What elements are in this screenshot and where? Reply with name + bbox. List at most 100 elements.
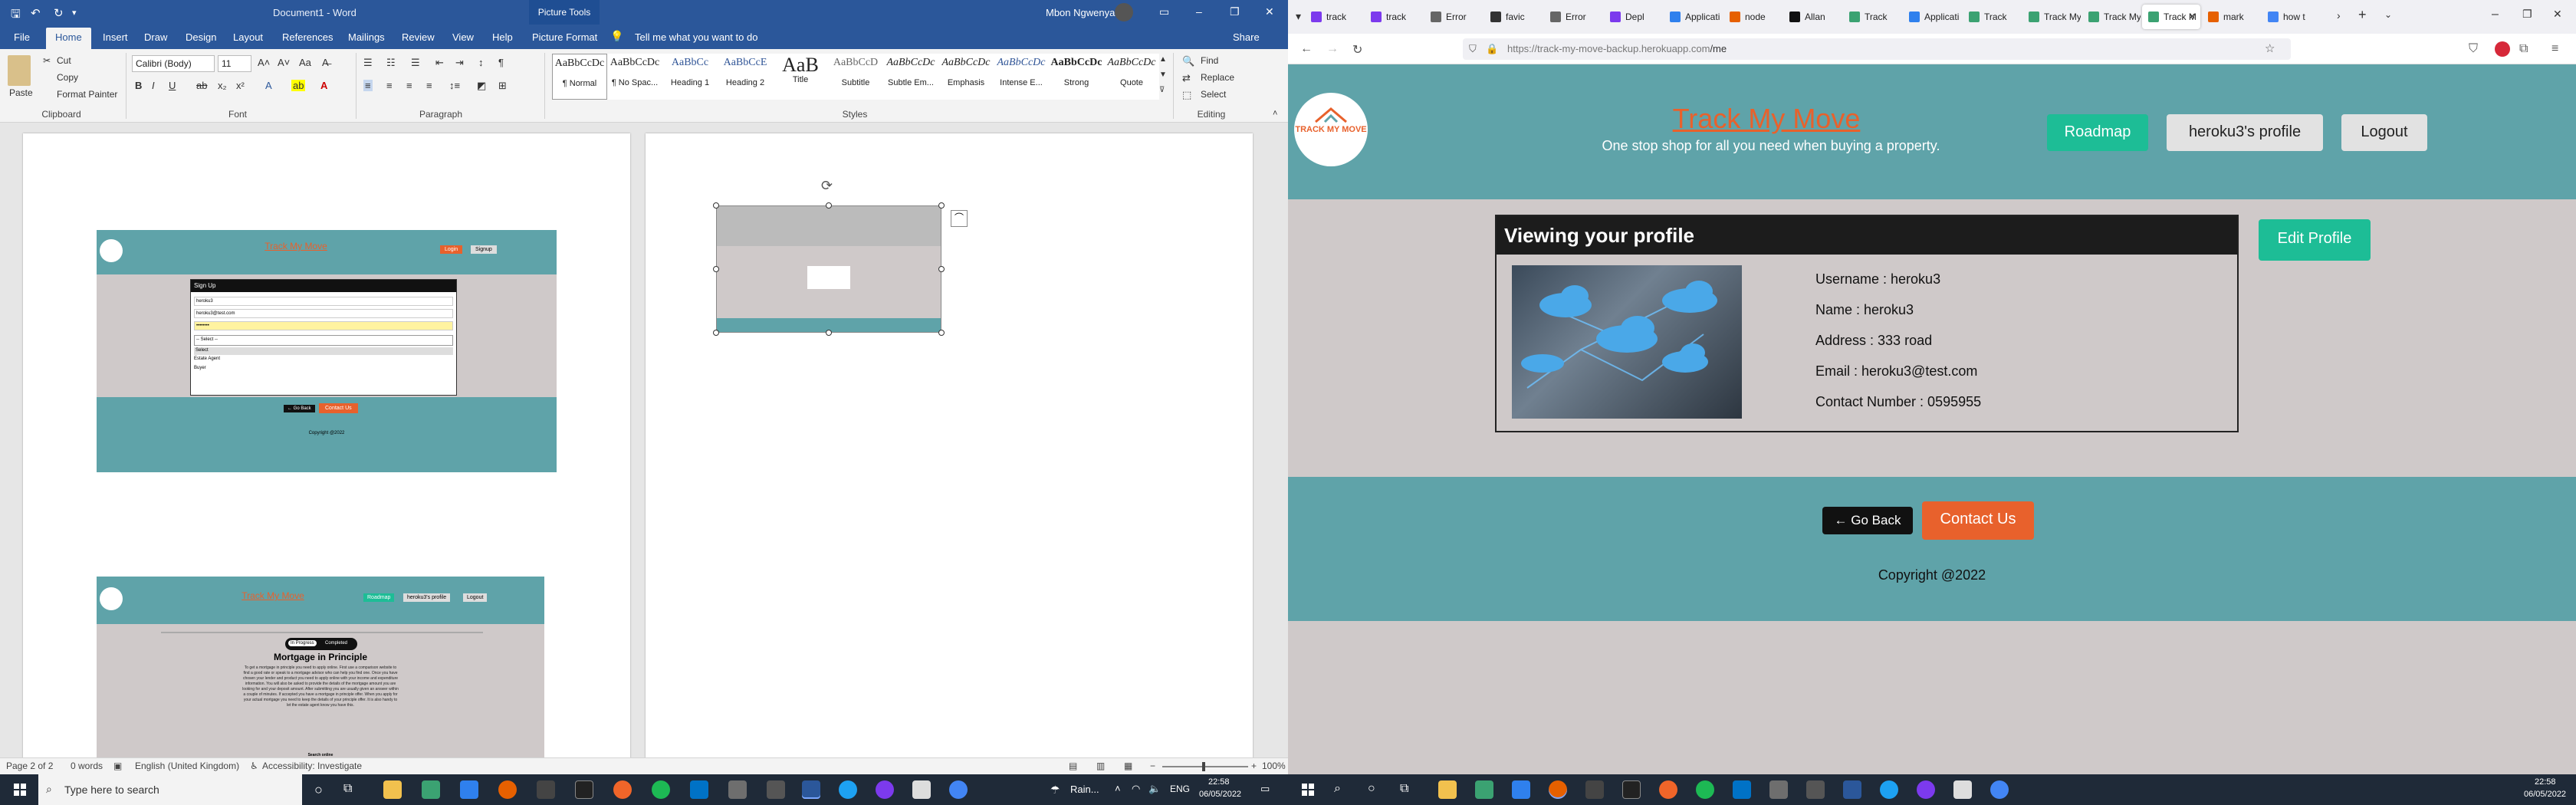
app-icon[interactable]: [876, 780, 894, 799]
file-explorer-icon[interactable]: [1438, 780, 1457, 799]
extensions-icon[interactable]: ⧉: [2519, 42, 2528, 56]
app-icon[interactable]: [912, 780, 931, 799]
replace-icon[interactable]: ⇄: [1182, 72, 1191, 84]
browser-tab[interactable]: Track: [1843, 5, 1901, 29]
restore-icon[interactable]: ❐: [2522, 8, 2532, 21]
chrome-icon[interactable]: [949, 780, 968, 799]
site-title[interactable]: Track My Move: [1552, 103, 1981, 135]
clear-formatting-icon[interactable]: A̶: [322, 57, 329, 68]
outlook-icon[interactable]: [690, 780, 708, 799]
app-icon[interactable]: [839, 780, 857, 799]
edit-profile-button[interactable]: Edit Profile: [2259, 219, 2371, 261]
collapse-ribbon-icon[interactable]: ˄: [1273, 109, 1277, 118]
browser-tab[interactable]: Applicati: [1664, 5, 1722, 29]
style-2[interactable]: AaBbCcDc ¶ No Spac...: [607, 54, 662, 100]
roadmap-button[interactable]: Roadmap: [2047, 114, 2148, 151]
tab-references[interactable]: References: [282, 31, 333, 43]
close-tab-icon[interactable]: ✕: [2189, 12, 2196, 21]
menu-icon[interactable]: ≡: [2551, 42, 2558, 56]
restore-icon[interactable]: ❐: [1230, 5, 1240, 18]
app-icon[interactable]: [422, 780, 440, 799]
style-4[interactable]: AaBbCcE Heading 2: [718, 54, 773, 100]
user-name[interactable]: Mbon Ngwenya: [1046, 7, 1115, 18]
list-all-tabs-icon[interactable]: ⌄: [2384, 9, 2392, 20]
align-center-icon[interactable]: ≡: [386, 80, 393, 91]
network-icon[interactable]: ◠: [1132, 783, 1140, 795]
app-icon[interactable]: [613, 780, 632, 799]
pocket-icon[interactable]: ⛉: [2469, 42, 2478, 56]
scissors-icon[interactable]: ✂: [43, 55, 51, 66]
resize-handle[interactable]: [938, 330, 945, 336]
bookmark-star-icon[interactable]: ☆: [2265, 41, 2275, 55]
site-logo[interactable]: TRACK MY MOVE: [1294, 93, 1368, 166]
app-icon[interactable]: [728, 780, 747, 799]
clock-time[interactable]: 22:58: [2535, 777, 2556, 787]
tab-picture-format[interactable]: Picture Format: [532, 31, 597, 43]
windows-start-icon[interactable]: [1302, 784, 1314, 796]
layout-options-icon[interactable]: ⌒: [951, 210, 968, 227]
url-bar[interactable]: ⛉ 🔒 https://track-my-move-backup.herokua…: [1463, 38, 2291, 60]
notifications-icon[interactable]: ▭: [1260, 783, 1270, 795]
web-layout-icon[interactable]: ▦: [1124, 761, 1132, 771]
tab-design[interactable]: Design: [186, 31, 216, 43]
profile-button[interactable]: heroku3's profile: [2167, 114, 2323, 151]
style-5[interactable]: AaB Title: [773, 54, 828, 100]
resize-handle[interactable]: [713, 330, 719, 336]
browser-tab[interactable]: Error: [1544, 5, 1602, 29]
tab-list-icon[interactable]: ▾: [1296, 10, 1301, 23]
style-7[interactable]: AaBbCcDc Subtle Em...: [883, 54, 938, 100]
zoom-out-icon[interactable]: −: [1150, 761, 1155, 771]
outlook-icon[interactable]: [1733, 780, 1751, 799]
language-status[interactable]: English (United Kingdom): [135, 761, 239, 771]
browser-tab[interactable]: Applicati: [1903, 5, 1961, 29]
tab-draw[interactable]: Draw: [144, 31, 167, 43]
italic-icon[interactable]: I: [152, 80, 155, 91]
extension-icon[interactable]: [2495, 41, 2510, 57]
zoom-level[interactable]: 100%: [1262, 761, 1286, 771]
print-layout-icon[interactable]: ▥: [1096, 761, 1105, 771]
browser-tab[interactable]: Depl: [1604, 5, 1662, 29]
tab-help[interactable]: Help: [492, 31, 513, 43]
tab-review[interactable]: Review: [402, 31, 435, 43]
language-indicator[interactable]: ENG: [1170, 784, 1190, 794]
bullets-icon[interactable]: ☰: [363, 57, 373, 69]
select-button[interactable]: Select: [1201, 89, 1226, 100]
browser-tab[interactable]: mark: [2202, 5, 2260, 29]
paste-button[interactable]: Paste: [9, 87, 33, 98]
font-color-icon[interactable]: A: [320, 80, 327, 91]
resize-handle[interactable]: [713, 202, 719, 209]
superscript-icon[interactable]: x²: [236, 80, 245, 91]
browser-tab[interactable]: how t: [2262, 5, 2320, 29]
selected-picture[interactable]: [716, 205, 941, 333]
find-icon[interactable]: 🔍: [1182, 55, 1194, 67]
cortana-icon[interactable]: ○: [314, 782, 323, 798]
shield-icon[interactable]: ⛉: [1469, 43, 1477, 55]
tell-me-search[interactable]: Tell me what you want to do: [635, 31, 757, 43]
scroll-down-icon[interactable]: ▼: [1159, 71, 1167, 79]
resize-handle[interactable]: [938, 202, 945, 209]
scroll-up-icon[interactable]: ▲: [1159, 55, 1167, 64]
task-view-icon[interactable]: ⧉: [1400, 782, 1408, 796]
resize-handle[interactable]: [826, 202, 832, 209]
back-icon[interactable]: ←: [1300, 42, 1313, 56]
font-size-select[interactable]: 11: [218, 55, 251, 72]
sort-icon[interactable]: ↕: [478, 57, 484, 68]
style-1[interactable]: AaBbCcDc ¶ Normal: [552, 54, 607, 100]
app-icon[interactable]: [1953, 780, 1972, 799]
style-11[interactable]: AaBbCcDc Quote: [1104, 54, 1159, 100]
numbering-icon[interactable]: ☷: [386, 57, 396, 69]
clock-time[interactable]: 22:58: [1208, 777, 1230, 787]
font-name-select[interactable]: Calibri (Body): [132, 55, 215, 72]
style-9[interactable]: AaBbCcDc Intense E...: [994, 54, 1049, 100]
spotify-icon[interactable]: [652, 780, 670, 799]
zoom-in-icon[interactable]: +: [1251, 761, 1257, 771]
align-left-icon[interactable]: ≡: [363, 80, 373, 91]
find-button[interactable]: Find: [1201, 55, 1218, 66]
browser-tab[interactable]: Track: [1963, 5, 2021, 29]
replace-button[interactable]: Replace: [1201, 72, 1234, 83]
underline-icon[interactable]: U: [169, 80, 176, 91]
resize-handle[interactable]: [713, 266, 719, 272]
chrome-icon[interactable]: [1990, 780, 2009, 799]
github-icon[interactable]: [767, 780, 785, 799]
style-10[interactable]: AaBbCcDc Strong: [1049, 54, 1104, 100]
